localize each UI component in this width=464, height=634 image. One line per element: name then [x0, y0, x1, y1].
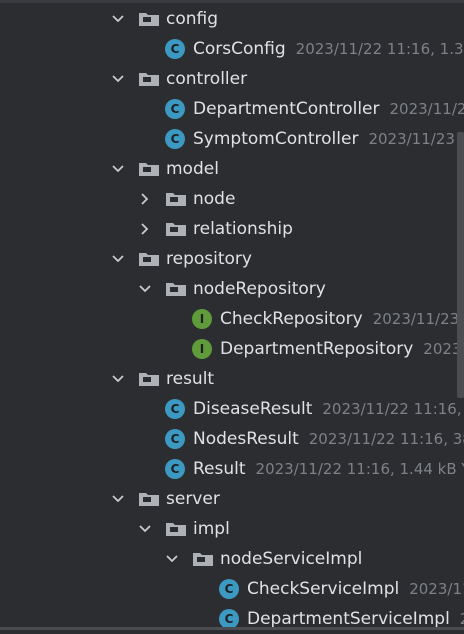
folder-icon [165, 191, 187, 207]
tree-row-result[interactable]: result [0, 364, 464, 394]
file-meta: 2023/11/22 11:16, 38 [309, 430, 464, 448]
chevron-down-icon[interactable] [110, 161, 126, 177]
class-icon: C [165, 129, 185, 149]
tree-row-node[interactable]: node [0, 184, 464, 214]
chevron-right-icon[interactable] [137, 191, 153, 207]
tree-row-DepartmentRepository[interactable]: IDepartmentRepository2023/ [0, 334, 464, 364]
chevron-down-icon[interactable] [110, 371, 126, 387]
tree-row-NodesResult[interactable]: C NodesResult 2023/11/22 11:16, 38 [0, 424, 464, 454]
interface-icon: I [192, 309, 212, 329]
vertical-scrollbar[interactable] [457, 132, 464, 398]
tree-item-label: DepartmentRepository [220, 339, 413, 359]
tree-item-label: DiseaseResult [193, 399, 312, 419]
file-meta: 2023/11/22 11:16, 1.32 [296, 40, 464, 58]
tree-row-SymptomController[interactable]: C SymptomController 2023/11/23 [0, 124, 464, 154]
tree-item-label: nodeServiceImpl [220, 549, 362, 569]
tree-item-label: NodesResult [193, 429, 299, 449]
tree-row-nodeRepository[interactable]: nodeRepository [0, 274, 464, 304]
class-icon: C [165, 99, 185, 119]
tree-row-repository[interactable]: repository [0, 244, 464, 274]
tree-item-label: CheckServiceImpl [247, 579, 399, 599]
class-icon: C [165, 399, 185, 419]
tree-item-label: SymptomController [193, 129, 358, 149]
file-meta: 2023/11/2 [390, 100, 464, 118]
file-meta: 2023/11 [409, 580, 464, 598]
file-meta: 2023/11/22 11:16, 1.44 kB Y [256, 460, 464, 478]
tree-row-DepartmentController[interactable]: C DepartmentController 2023/11/2 [0, 94, 464, 124]
file-meta: 2023/11/23 [368, 130, 454, 148]
chevron-down-icon[interactable] [110, 71, 126, 87]
folder-icon [138, 491, 160, 507]
tree-item-label: impl [193, 519, 230, 539]
tree-row-nodeServiceImpl[interactable]: nodeServiceImpl [0, 544, 464, 574]
chevron-down-icon[interactable] [137, 521, 153, 537]
project-tree: config C CorsConfig 2023/11/22 11:16, 1.32 c… [0, 4, 464, 634]
class-icon: C [165, 39, 185, 59]
chevron-down-icon[interactable] [137, 281, 153, 297]
folder-icon [138, 251, 160, 267]
top-border [0, 0, 464, 3]
folder-icon [165, 521, 187, 537]
folder-icon [192, 551, 214, 567]
chevron-down-icon[interactable] [110, 251, 126, 267]
tree-item-label: result [166, 369, 214, 389]
tree-row-DiseaseResult[interactable]: C DiseaseResult 2023/11/22 11:16, [0, 394, 464, 424]
folder-icon [138, 71, 160, 87]
file-meta: 2023/11/22 11:16, [322, 400, 461, 418]
chevron-down-icon[interactable] [164, 551, 180, 567]
tree-item-label: model [166, 159, 219, 179]
tree-row-config[interactable]: config [0, 4, 464, 34]
tree-item-label: nodeRepository [193, 279, 326, 299]
file-meta: 2023/11/23 [373, 310, 459, 328]
tree-row-Result[interactable]: C Result 2023/11/22 11:16, 1.44 kB Y [0, 454, 464, 484]
chevron-down-icon[interactable] [110, 491, 126, 507]
chevron-right-icon[interactable] [137, 221, 153, 237]
folder-icon [138, 371, 160, 387]
class-icon: C [219, 609, 239, 629]
tree-item-label: controller [166, 69, 247, 89]
tree-item-label: server [166, 489, 220, 509]
tree-row-controller[interactable]: controller [0, 64, 464, 94]
tree-item-label: CorsConfig [193, 39, 286, 59]
class-icon: C [219, 579, 239, 599]
class-icon: C [165, 429, 185, 449]
tree-item-label: node [193, 189, 235, 209]
tree-row-server[interactable]: server [0, 484, 464, 514]
tree-item-label: relationship [193, 219, 293, 239]
tree-item-label: DepartmentServiceImpl [247, 609, 450, 629]
tree-row-impl[interactable]: impl [0, 514, 464, 544]
class-icon: C [165, 459, 185, 479]
folder-icon [165, 281, 187, 297]
tree-item-label: config [166, 9, 218, 29]
tree-row-relationship[interactable]: relationship [0, 214, 464, 244]
tree-row-CorsConfig[interactable]: C CorsConfig 2023/11/22 11:16, 1.32 [0, 34, 464, 64]
folder-icon [165, 221, 187, 237]
tree-item-label: DepartmentController [193, 99, 380, 119]
folder-icon [138, 11, 160, 27]
tree-item-label: CheckRepository [220, 309, 363, 329]
chevron-down-icon[interactable] [110, 11, 126, 27]
interface-icon: I [192, 339, 212, 359]
tree-row-CheckRepository[interactable]: I CheckRepository 2023/11/23 [0, 304, 464, 334]
tree-item-label: Result [193, 459, 246, 479]
file-meta: 2 [460, 610, 464, 628]
tree-item-label: repository [166, 249, 252, 269]
tree-row-model[interactable]: model [0, 154, 464, 184]
folder-icon [138, 161, 160, 177]
tree-row-CheckServiceImpl[interactable]: C CheckServiceImpl 2023/11 [0, 574, 464, 604]
